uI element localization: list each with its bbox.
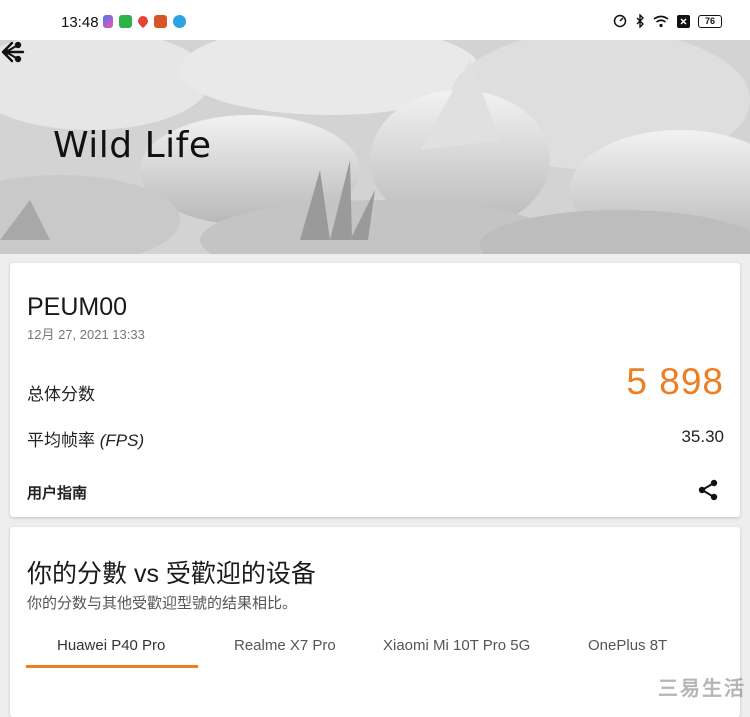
share-icon[interactable]: [696, 478, 720, 502]
test-date: 12月 27, 2021 13:33: [27, 327, 145, 342]
average-fps-label-main: 平均帧率: [27, 431, 95, 450]
notification-icons: [103, 13, 186, 29]
page-title: Wild Life: [53, 125, 212, 166]
tab-realme-x7-pro[interactable]: Realme X7 Pro: [234, 637, 336, 654]
device-tabs: Huawei P40 Pro Realme X7 Pro Xiaomi Mi 1…: [10, 637, 740, 671]
compare-card: 你的分數 vs 受歡迎的设备 你的分数与其他受歡迎型號的结果相比。 Huawei…: [10, 527, 740, 717]
location-pin-icon: [135, 13, 151, 29]
average-fps-value: 35.30: [681, 427, 724, 446]
overall-score-value: 5 898: [626, 361, 724, 402]
overall-score-label: 总体分数: [27, 385, 95, 404]
user-guide-link[interactable]: 用户指南: [27, 482, 87, 503]
hero-banner: Wild Life: [0, 40, 750, 254]
telegram-icon: [173, 15, 186, 28]
active-tab-indicator: [26, 665, 198, 668]
tab-xiaomi-mi-10t-pro-5g[interactable]: Xiaomi Mi 10T Pro 5G: [383, 637, 530, 654]
watermark: 三易生活: [658, 678, 746, 700]
system-icons: 76: [613, 14, 722, 28]
wifi-icon: [653, 15, 669, 27]
status-bar: 13:48 76: [0, 0, 750, 40]
average-fps-label: 平均帧率 (FPS): [27, 426, 144, 451]
tab-huawei-p40-pro[interactable]: Huawei P40 Pro: [57, 637, 165, 654]
app-icon-3: [154, 15, 167, 28]
average-fps-label-unit: (FPS): [99, 431, 145, 450]
bluetooth-icon: [636, 14, 644, 28]
compare-subtitle: 你的分数与其他受歡迎型號的结果相比。: [27, 595, 298, 612]
speed-icon: [613, 14, 627, 28]
compare-title: 你的分數 vs 受歡迎的设备: [27, 560, 316, 588]
app-icon-2: [119, 15, 132, 28]
result-card: PEUM00 12月 27, 2021 13:33 总体分数 5 898 平均帧…: [10, 263, 740, 517]
app-icon-1: [103, 15, 113, 28]
tab-oneplus-8t[interactable]: OnePlus 8T: [588, 637, 667, 654]
status-time: 13:48: [61, 14, 99, 31]
device-name: PEUM00: [27, 293, 128, 321]
battery-icon: 76: [698, 14, 722, 28]
close-box-icon: [677, 14, 690, 28]
share-icon[interactable]: [0, 40, 24, 64]
